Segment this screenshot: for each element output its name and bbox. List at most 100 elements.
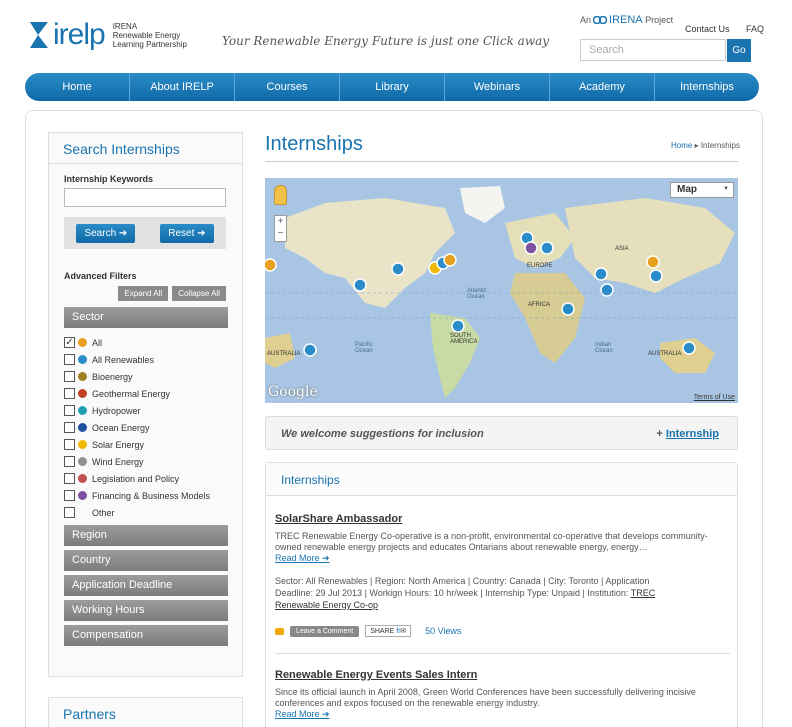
nav-webinars[interactable]: Webinars: [445, 73, 550, 101]
go-button[interactable]: Go: [727, 39, 751, 62]
sector-option-hydropower[interactable]: Hydropower: [64, 402, 242, 419]
sector-option-geothermal[interactable]: Geothermal Energy: [64, 385, 242, 402]
collapse-all-button[interactable]: Collapse All: [172, 286, 226, 301]
wind-icon: [78, 457, 87, 466]
hours-filter-header[interactable]: Working Hours: [64, 600, 228, 621]
sector-option-ocean[interactable]: Ocean Energy: [64, 419, 242, 436]
google-logo: Google: [268, 384, 318, 400]
sector-option-bioenergy[interactable]: Bioenergy: [64, 368, 242, 385]
solar-icon: [78, 440, 87, 449]
checkbox[interactable]: [64, 422, 75, 433]
contact-us-link[interactable]: Contact Us: [685, 24, 730, 34]
add-internship-link[interactable]: + Internship: [656, 428, 719, 440]
checkbox[interactable]: [64, 388, 75, 399]
sidebar: Search Internships Internship Keywords S…: [48, 132, 243, 677]
listing-title: Internships: [266, 463, 737, 496]
tagline: Your Renewable Energy Future is just one…: [222, 34, 550, 48]
search-button[interactable]: Search ➔: [76, 223, 136, 243]
keywords-label: Internship Keywords: [64, 174, 154, 184]
sector-option-solar[interactable]: Solar Energy: [64, 436, 242, 453]
region-filter-header[interactable]: Region: [64, 525, 228, 546]
logo-mark-icon: [30, 22, 48, 48]
label-europe: EUROPE: [527, 263, 553, 269]
sector-option-legislation[interactable]: Legislation and Policy: [64, 470, 242, 487]
breadcrumb-current: Internships: [700, 141, 740, 150]
label-australia-right: AUSTRALIA: [648, 351, 682, 357]
site-search-input[interactable]: Search: [580, 39, 726, 61]
job-title[interactable]: Renewable Energy Events Sales Intern: [275, 669, 730, 681]
job-divider: [275, 653, 730, 654]
job-meta: Sector: All Renewables | Region: North A…: [275, 576, 656, 610]
job-description: Since its official launch in April 2008,…: [275, 687, 696, 719]
checkbox-checked[interactable]: ✓: [64, 337, 75, 348]
label-africa: AFRICA: [528, 302, 551, 308]
sector-option-wind[interactable]: Wind Energy: [64, 453, 242, 470]
keywords-input[interactable]: [64, 188, 226, 207]
world-map: [265, 186, 738, 398]
institution-link-cont[interactable]: Renewable Energy Co-op: [275, 600, 378, 610]
view-count: 50 Views: [425, 626, 462, 636]
job-title[interactable]: SolarShare Ambassador: [275, 513, 730, 525]
label-pacific: Pacific Ocean: [355, 342, 373, 354]
checkbox[interactable]: [64, 473, 75, 484]
search-panel: Search Internships Internship Keywords S…: [48, 132, 243, 677]
compensation-filter-header[interactable]: Compensation: [64, 625, 228, 646]
job-description: TREC Renewable Energy Co-operative is a …: [275, 531, 708, 563]
label-australia-left: AUSTRALIA: [267, 351, 301, 357]
financing-icon: [78, 491, 87, 500]
irena-icon: [593, 16, 608, 24]
sector-option-all[interactable]: ✓ All: [64, 334, 242, 351]
checkbox[interactable]: [64, 507, 75, 518]
legislation-icon: [78, 474, 87, 483]
page: irelp IRENA Renewable Energy Learning Pa…: [0, 0, 792, 727]
nav-library[interactable]: Library: [340, 73, 445, 101]
advanced-filters-label: Advanced Filters: [64, 271, 137, 281]
map-zoom-control[interactable]: + −: [274, 215, 287, 242]
street-view-pegman-icon[interactable]: [274, 185, 287, 205]
checkbox[interactable]: [64, 456, 75, 467]
nav-courses[interactable]: Courses: [235, 73, 340, 101]
sector-option-financing[interactable]: Financing & Business Models: [64, 487, 242, 504]
page-title: Internships: [265, 133, 363, 155]
job-item: SolarShare Ambassador TREC Renewable Ene…: [275, 513, 730, 637]
irelp-logo[interactable]: irelp IRENA Renewable Energy Learning Pa…: [28, 18, 187, 52]
breadcrumb-home[interactable]: Home: [671, 141, 692, 150]
expand-collapse: Expand All Collapse All: [49, 286, 226, 301]
expand-all-button[interactable]: Expand All: [118, 286, 169, 301]
read-more-link[interactable]: Read More ➔: [275, 709, 330, 719]
nav-about[interactable]: About IRELP: [130, 73, 235, 101]
all-sector-icon: [78, 338, 87, 347]
institution-link[interactable]: TREC: [631, 588, 656, 598]
geothermal-icon: [78, 389, 87, 398]
sector-filter-header[interactable]: Sector: [64, 307, 228, 328]
map-type-select[interactable]: Map: [670, 182, 734, 198]
sector-option-all-renewables[interactable]: All Renewables: [64, 351, 242, 368]
faq-link[interactable]: FAQ: [746, 24, 764, 34]
job-item: Renewable Energy Events Sales Intern Sin…: [275, 669, 730, 720]
internship-map[interactable]: ASIA EUROPE AFRICA SOUTH AMERICA AUSTRAL…: [265, 178, 738, 403]
nav-academy[interactable]: Academy: [550, 73, 655, 101]
share-button[interactable]: SHARE ft✉: [365, 625, 412, 637]
nav-internships[interactable]: Internships: [655, 73, 759, 101]
checkbox[interactable]: [64, 354, 75, 365]
checkbox[interactable]: [64, 439, 75, 450]
checkbox[interactable]: [64, 490, 75, 501]
read-more-link[interactable]: Read More ➔: [275, 553, 330, 563]
internship-listing: Internships SolarShare Ambassador TREC R…: [265, 462, 738, 727]
leave-comment-button[interactable]: Leave a Comment: [290, 625, 360, 637]
sector-option-other[interactable]: Other: [64, 504, 242, 521]
label-asia: ASIA: [615, 246, 629, 252]
label-south-america: SOUTH AMERICA: [450, 333, 478, 345]
irena-project-logo: An IRENA Project: [580, 14, 674, 26]
checkbox[interactable]: [64, 405, 75, 416]
checkbox[interactable]: [64, 371, 75, 382]
deadline-filter-header[interactable]: Application Deadline: [64, 575, 228, 596]
country-filter-header[interactable]: Country: [64, 550, 228, 571]
logo-text: irelp: [53, 18, 106, 51]
ocean-icon: [78, 423, 87, 432]
nav-home[interactable]: Home: [25, 73, 130, 101]
terms-of-use-link[interactable]: Terms of Use: [694, 394, 735, 401]
reset-button[interactable]: Reset ➔: [160, 223, 214, 243]
suggest-bar: We welcome suggestions for inclusion + I…: [265, 416, 738, 450]
label-indian: Indian Ocean: [595, 342, 613, 354]
